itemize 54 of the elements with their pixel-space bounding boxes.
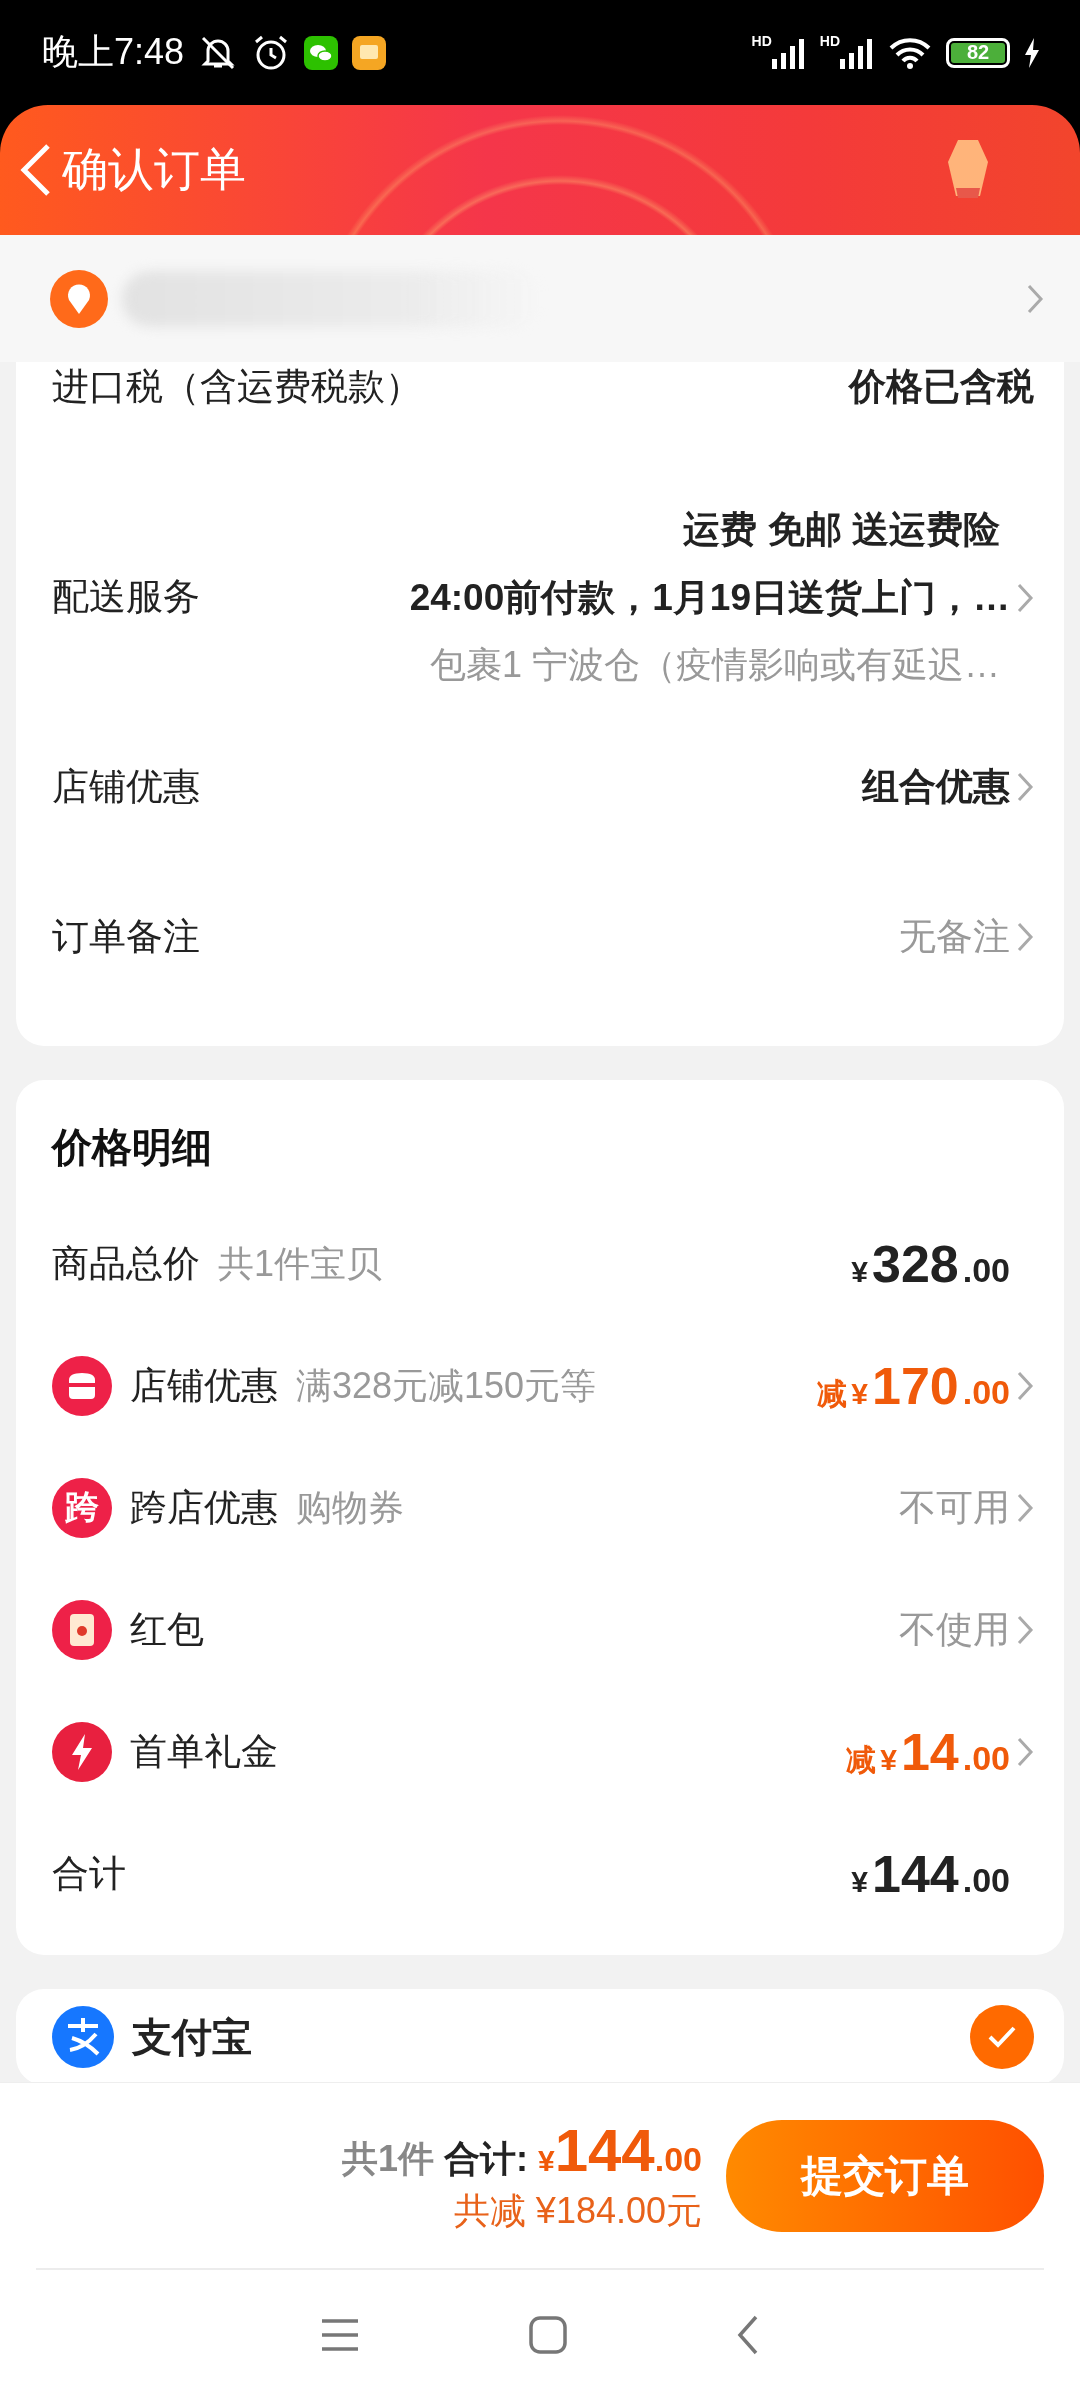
row-note: 共1件宝贝 xyxy=(218,1241,383,1286)
envelope-icon xyxy=(52,1600,112,1660)
hd-label: HD xyxy=(819,32,840,49)
item-count: 共1件 xyxy=(341,2136,434,2181)
payment-logo-icon xyxy=(52,2006,114,2068)
check-icon xyxy=(987,2025,1017,2049)
chevron-icon xyxy=(1026,282,1044,315)
hd-label: HD xyxy=(751,32,772,49)
savings-text: 共减 ¥184.00元 xyxy=(453,2188,702,2233)
delivery-text: 运费 免邮 送运费险 xyxy=(683,507,1000,552)
page-title: 确认订单 xyxy=(62,142,246,197)
row-value[interactable]: 组合优惠 xyxy=(862,762,1010,812)
row-label: 跨店优惠 xyxy=(130,1486,278,1530)
row-label: 合计 xyxy=(52,1852,126,1896)
location-icon xyxy=(50,269,108,328)
wifi-icon xyxy=(888,35,932,70)
signal-icon xyxy=(771,36,806,69)
row-label: 店铺优惠 xyxy=(52,765,200,809)
shop-icon xyxy=(52,1356,112,1416)
section-title: 价格明细 xyxy=(52,1124,213,1171)
row-label: 进口税（含运费税款） xyxy=(52,365,422,409)
submit-button[interactable]: 提交订单 xyxy=(726,2119,1044,2232)
row-value[interactable]: 无备注 xyxy=(899,912,1010,962)
row-label: 配送服务 xyxy=(52,575,200,619)
row-value[interactable]: 不可用 xyxy=(899,1483,1010,1533)
row-label: 订单备注 xyxy=(52,915,200,959)
row-label: 店铺优惠 xyxy=(130,1364,278,1408)
price-text: 减¥170.00 xyxy=(817,1356,1010,1416)
price-text: 减¥14.00 xyxy=(846,1722,1010,1782)
row-note: 购物券 xyxy=(296,1485,404,1530)
total-price: ¥144.00 xyxy=(537,2115,702,2185)
chat-app-icon xyxy=(304,35,339,70)
signal-icon xyxy=(840,36,874,69)
row-value[interactable]: 不使用 xyxy=(899,1605,1010,1655)
price-text: ¥328.00 xyxy=(851,1234,1010,1294)
payment-label: 支付宝 xyxy=(132,2013,252,2061)
back-icon[interactable] xyxy=(735,2315,760,2355)
menu-icon[interactable] xyxy=(320,2318,361,2352)
row-label: 首单礼金 xyxy=(130,1730,278,1774)
delivery-text: 24:00前付款，1月19日送货上门，… xyxy=(409,575,1010,620)
row-label: 商品总价 xyxy=(52,1242,200,1286)
price-text: ¥144.00 xyxy=(851,1844,1010,1904)
row-note: 满328元减150元等 xyxy=(296,1363,597,1408)
message-app-icon xyxy=(352,35,387,70)
row-label: 红包 xyxy=(130,1608,204,1652)
battery-icon: 82 xyxy=(946,37,1010,68)
status-time: 晚上7:48 xyxy=(42,30,185,74)
lightning-icon xyxy=(52,1722,112,1782)
row-value: 价格已含税 xyxy=(849,365,1034,409)
home-icon[interactable] xyxy=(529,2316,567,2354)
total-label: 合计: xyxy=(443,2136,528,2181)
delivery-text: 包裹1 宁波仓（疫情影响或有延迟… xyxy=(429,642,1000,687)
cross-store-icon: 跨 xyxy=(52,1478,112,1538)
charging-icon xyxy=(1024,37,1040,68)
